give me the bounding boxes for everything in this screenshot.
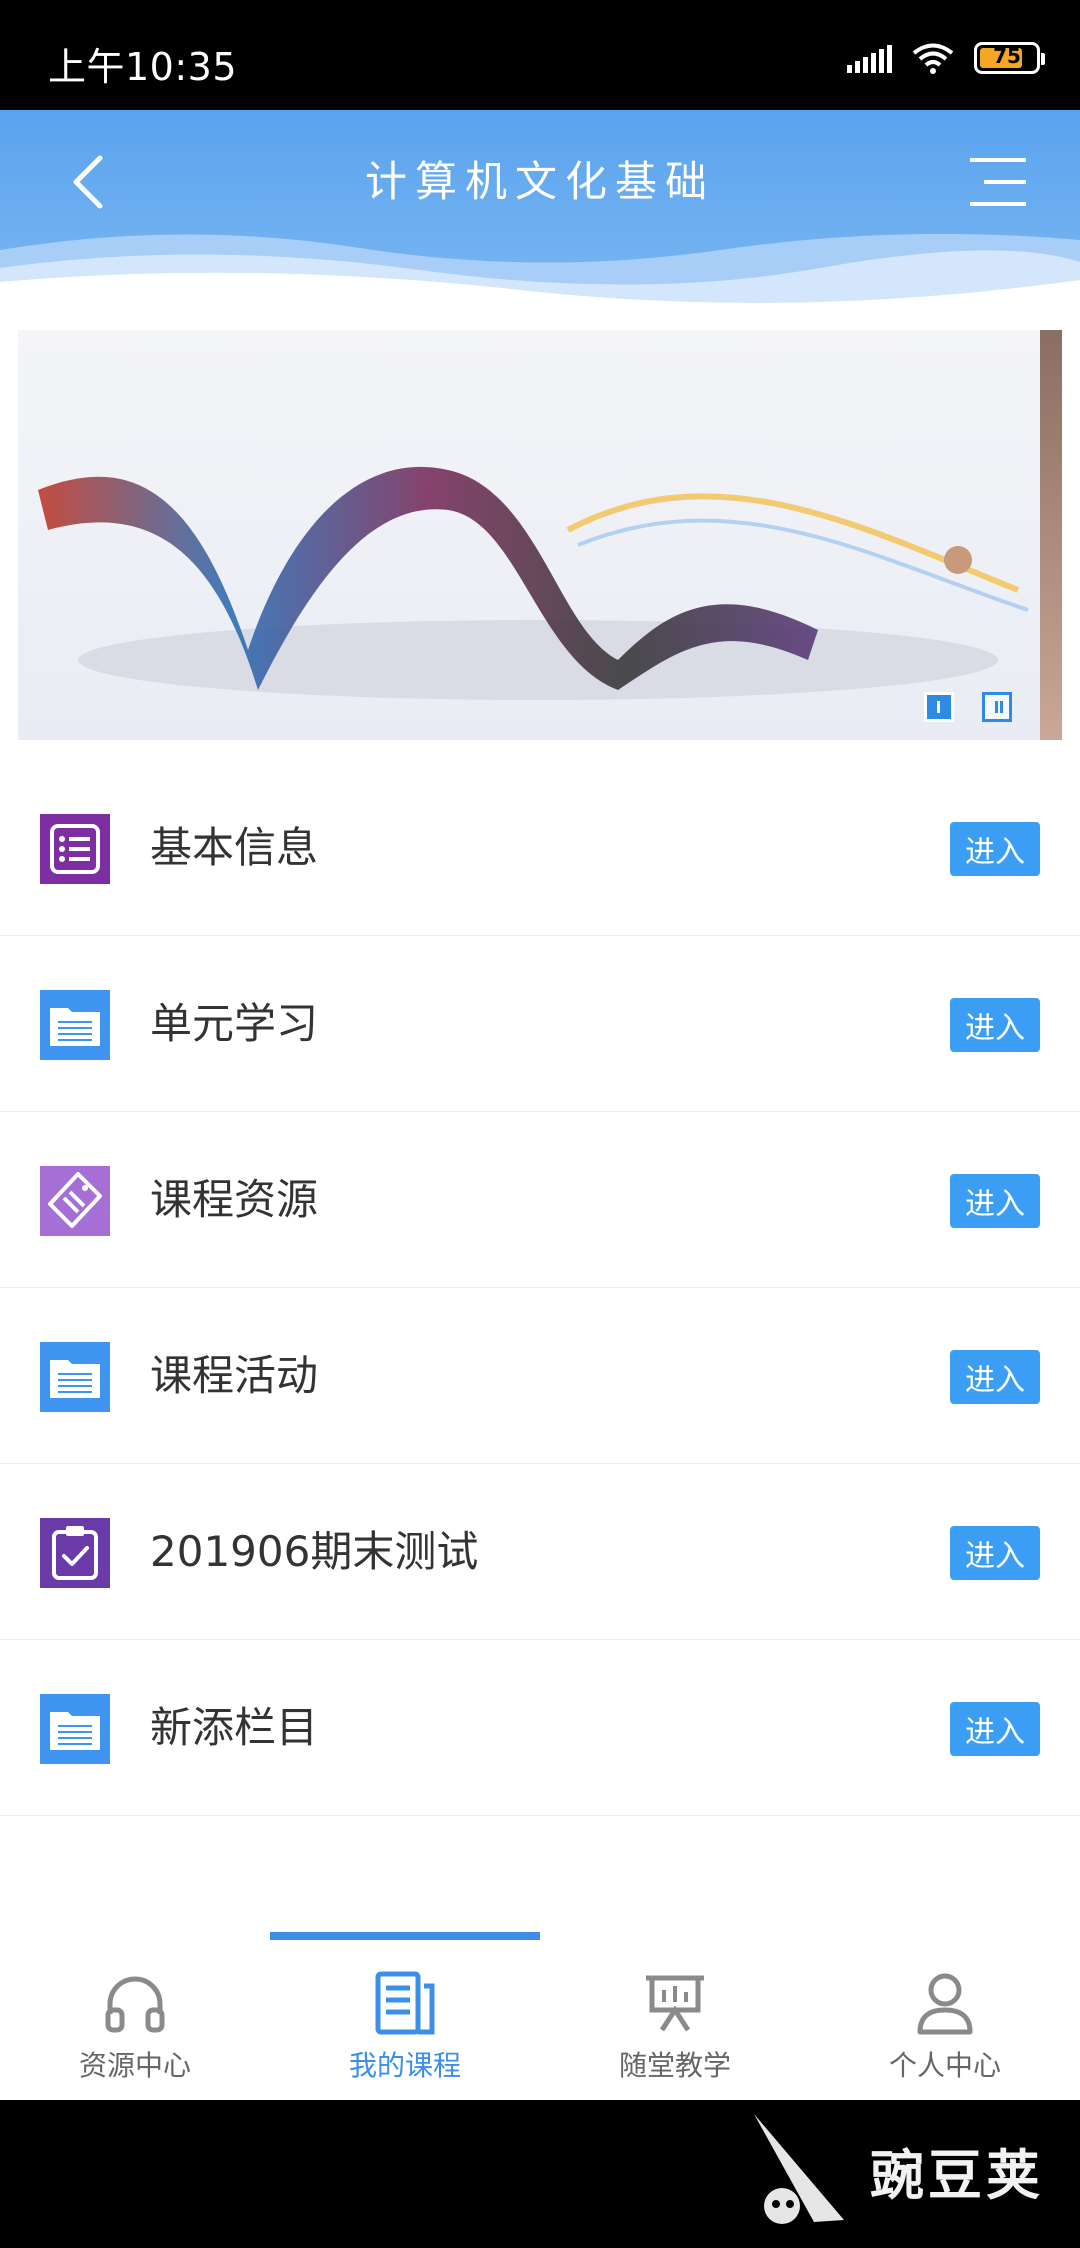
bottom-nav: 资源中心 我的课程 随堂教学 个人中心	[0, 1930, 1080, 2100]
banner-pager	[924, 692, 1012, 722]
watermark: 豌豆荚	[744, 2110, 1044, 2230]
wifi-icon	[912, 43, 954, 74]
list-item-label: 课程资源	[150, 1175, 319, 1224]
clipboard-check-icon	[40, 1518, 110, 1588]
enter-button[interactable]: 进入	[950, 1526, 1040, 1580]
nav-item-resource-center[interactable]: 资源中心	[0, 1930, 270, 2100]
main-content: 基本信息 进入 单元学习 进入 课程资源 进入 课程活动 进入 201906期末…	[0, 310, 1080, 1930]
nav-item-my-courses[interactable]: 我的课程	[270, 1930, 540, 2100]
status-bar: 上午10:35 75	[0, 0, 1080, 110]
document-icon	[375, 1971, 435, 2035]
status-time: 上午10:35	[48, 45, 238, 89]
folder-doc-icon	[40, 990, 110, 1060]
app-header: 计算机文化基础	[0, 110, 1080, 310]
battery-level: 75	[993, 44, 1021, 68]
list-item-label: 新添栏目	[150, 1703, 319, 1752]
list-icon	[40, 814, 110, 884]
enter-button[interactable]: 进入	[950, 1702, 1040, 1756]
banner-image	[38, 466, 1029, 700]
list-item[interactable]: 201906期末测试 进入	[0, 1464, 1080, 1640]
list-item[interactable]: 单元学习 进入	[0, 936, 1080, 1112]
nav-item-personal-center[interactable]: 个人中心	[810, 1930, 1080, 2100]
list-item[interactable]: 课程活动 进入	[0, 1288, 1080, 1464]
list-item[interactable]: 课程资源 进入	[0, 1112, 1080, 1288]
nav-label: 我的课程	[348, 2049, 461, 2082]
nav-item-classroom-teaching[interactable]: 随堂教学	[540, 1930, 810, 2100]
list-item-label: 201906期末测试	[150, 1527, 479, 1576]
list-item[interactable]: 新添栏目 进入	[0, 1640, 1080, 1816]
pea-logo-icon	[754, 2114, 844, 2224]
list-item[interactable]: 基本信息 进入	[0, 760, 1080, 936]
folder-doc-icon	[40, 1342, 110, 1412]
signal-icon	[847, 43, 892, 73]
enter-button[interactable]: 进入	[950, 998, 1040, 1052]
enter-button[interactable]: 进入	[950, 1174, 1040, 1228]
enter-button[interactable]: 进入	[950, 1350, 1040, 1404]
banner-carousel[interactable]	[18, 330, 1062, 740]
pager-dot-active[interactable]	[924, 692, 954, 722]
presentation-icon	[646, 1975, 704, 2032]
battery-icon: 75	[974, 42, 1045, 74]
enter-button[interactable]: 进入	[950, 822, 1040, 876]
list-item-label: 课程活动	[150, 1351, 319, 1400]
status-icons: 75	[847, 40, 1045, 76]
watermark-text: 豌豆荚	[870, 2143, 1044, 2207]
course-menu-list: 基本信息 进入 单元学习 进入 课程资源 进入 课程活动 进入 201906期末…	[0, 760, 1080, 1816]
system-bar: 豌豆荚	[0, 2100, 1080, 2248]
list-item-label: 单元学习	[150, 999, 319, 1048]
tag-icon	[40, 1166, 110, 1236]
banner-next-peek	[1040, 330, 1062, 740]
pager-dot[interactable]	[982, 692, 1012, 722]
nav-label: 随堂教学	[618, 2049, 731, 2082]
list-item-label: 基本信息	[150, 823, 319, 872]
folder-doc-icon	[40, 1694, 110, 1764]
page-title: 计算机文化基础	[364, 157, 715, 206]
headphones-icon	[105, 1976, 165, 2033]
nav-label: 资源中心	[78, 2049, 191, 2082]
user-icon	[917, 1973, 973, 2035]
nav-label: 个人中心	[888, 2049, 1001, 2082]
menu-icon[interactable]	[966, 150, 1030, 214]
header-waves	[0, 233, 1080, 310]
